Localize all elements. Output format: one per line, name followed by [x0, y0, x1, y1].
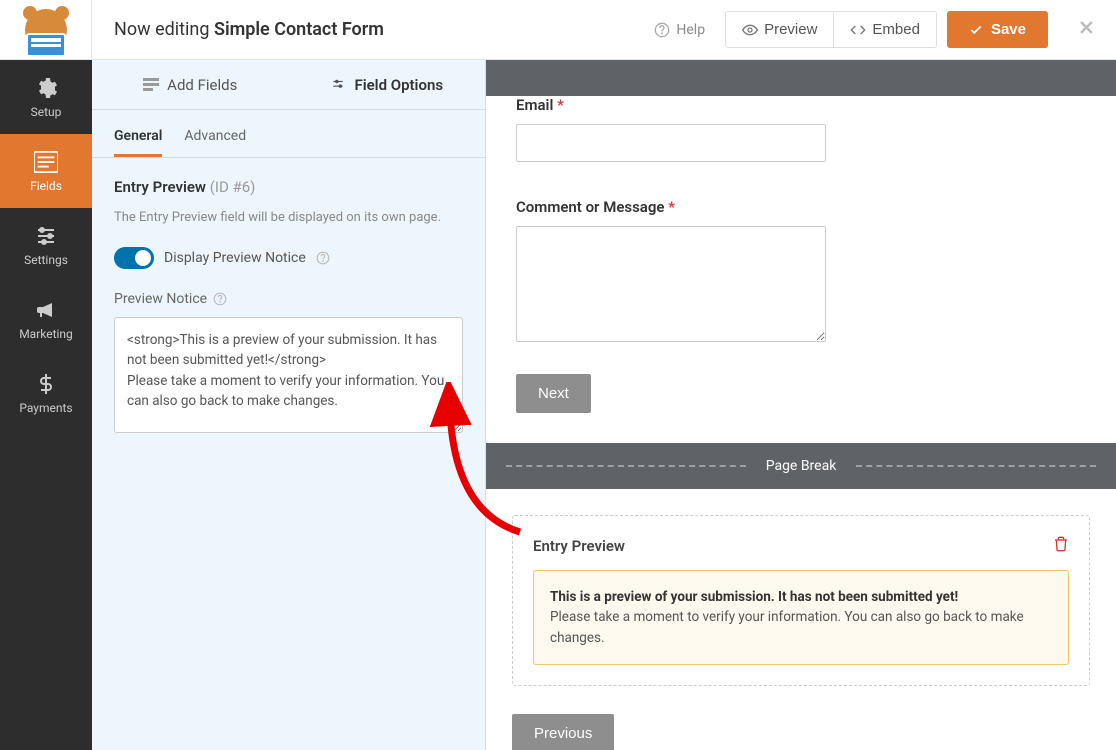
- app-logo: [0, 0, 92, 60]
- now-editing-title: Now editing Simple Contact Form: [92, 19, 644, 40]
- page-break-divider: Page Break: [486, 443, 1116, 489]
- sidebar-item-label: Marketing: [19, 327, 73, 341]
- sidebar-item-setup[interactable]: Setup: [0, 60, 92, 134]
- preview-notice-box: This is a preview of your submission. It…: [533, 570, 1069, 665]
- field-title: Entry Preview (ID #6): [114, 178, 463, 196]
- sidebar-item-label: Payments: [19, 401, 72, 415]
- subtab-advanced[interactable]: Advanced: [184, 128, 246, 157]
- help-circle-icon: [654, 22, 670, 38]
- sliders-icon: [34, 224, 58, 248]
- sidebar-item-marketing[interactable]: Marketing: [0, 282, 92, 356]
- sidebar-item-fields[interactable]: Fields: [0, 134, 92, 208]
- next-button[interactable]: Next: [516, 374, 591, 413]
- comment-label: Comment or Message *: [516, 198, 1086, 216]
- toggle-label: Display Preview Notice: [164, 250, 306, 266]
- email-field[interactable]: [516, 124, 826, 162]
- preview-notice-label: Preview Notice: [114, 291, 463, 307]
- help-circle-icon[interactable]: [213, 292, 227, 306]
- field-description: The Entry Preview field will be displaye…: [114, 210, 463, 225]
- close-button[interactable]: [1076, 17, 1096, 43]
- entry-preview-card[interactable]: Entry Preview This is a preview of your …: [512, 515, 1090, 686]
- code-icon: [850, 22, 866, 38]
- sidebar-item-settings[interactable]: Settings: [0, 208, 92, 282]
- tab-add-fields[interactable]: Add Fields: [92, 60, 289, 109]
- sidebar-item-label: Fields: [30, 179, 62, 193]
- sidebar-item-label: Settings: [24, 253, 68, 267]
- form-icon: [34, 150, 58, 174]
- dollar-icon: [34, 372, 58, 396]
- eye-icon: [742, 22, 758, 38]
- help-link[interactable]: Help: [644, 22, 715, 38]
- trash-icon: [1053, 536, 1069, 552]
- entry-preview-title: Entry Preview: [533, 537, 625, 555]
- subtab-general[interactable]: General: [114, 128, 162, 157]
- preview-notice-textarea[interactable]: [114, 317, 463, 433]
- list-icon: [143, 78, 159, 92]
- preview-button[interactable]: Preview: [726, 12, 834, 47]
- save-button[interactable]: Save: [947, 11, 1048, 48]
- sidebar-item-label: Setup: [31, 105, 62, 119]
- gear-icon: [34, 76, 58, 100]
- sidebar-item-payments[interactable]: Payments: [0, 356, 92, 430]
- display-preview-notice-toggle[interactable]: [114, 247, 154, 269]
- close-icon: [1076, 17, 1096, 37]
- embed-button[interactable]: Embed: [834, 12, 936, 47]
- bullhorn-icon: [34, 298, 58, 322]
- help-circle-icon[interactable]: [316, 251, 330, 265]
- comment-field[interactable]: [516, 226, 826, 342]
- check-icon: [969, 23, 983, 37]
- tab-field-options[interactable]: Field Options: [289, 60, 486, 109]
- previous-button[interactable]: Previous: [512, 714, 614, 750]
- delete-field-button[interactable]: [1053, 536, 1069, 556]
- sliders-icon: [330, 78, 346, 92]
- email-label: Email *: [516, 96, 1086, 114]
